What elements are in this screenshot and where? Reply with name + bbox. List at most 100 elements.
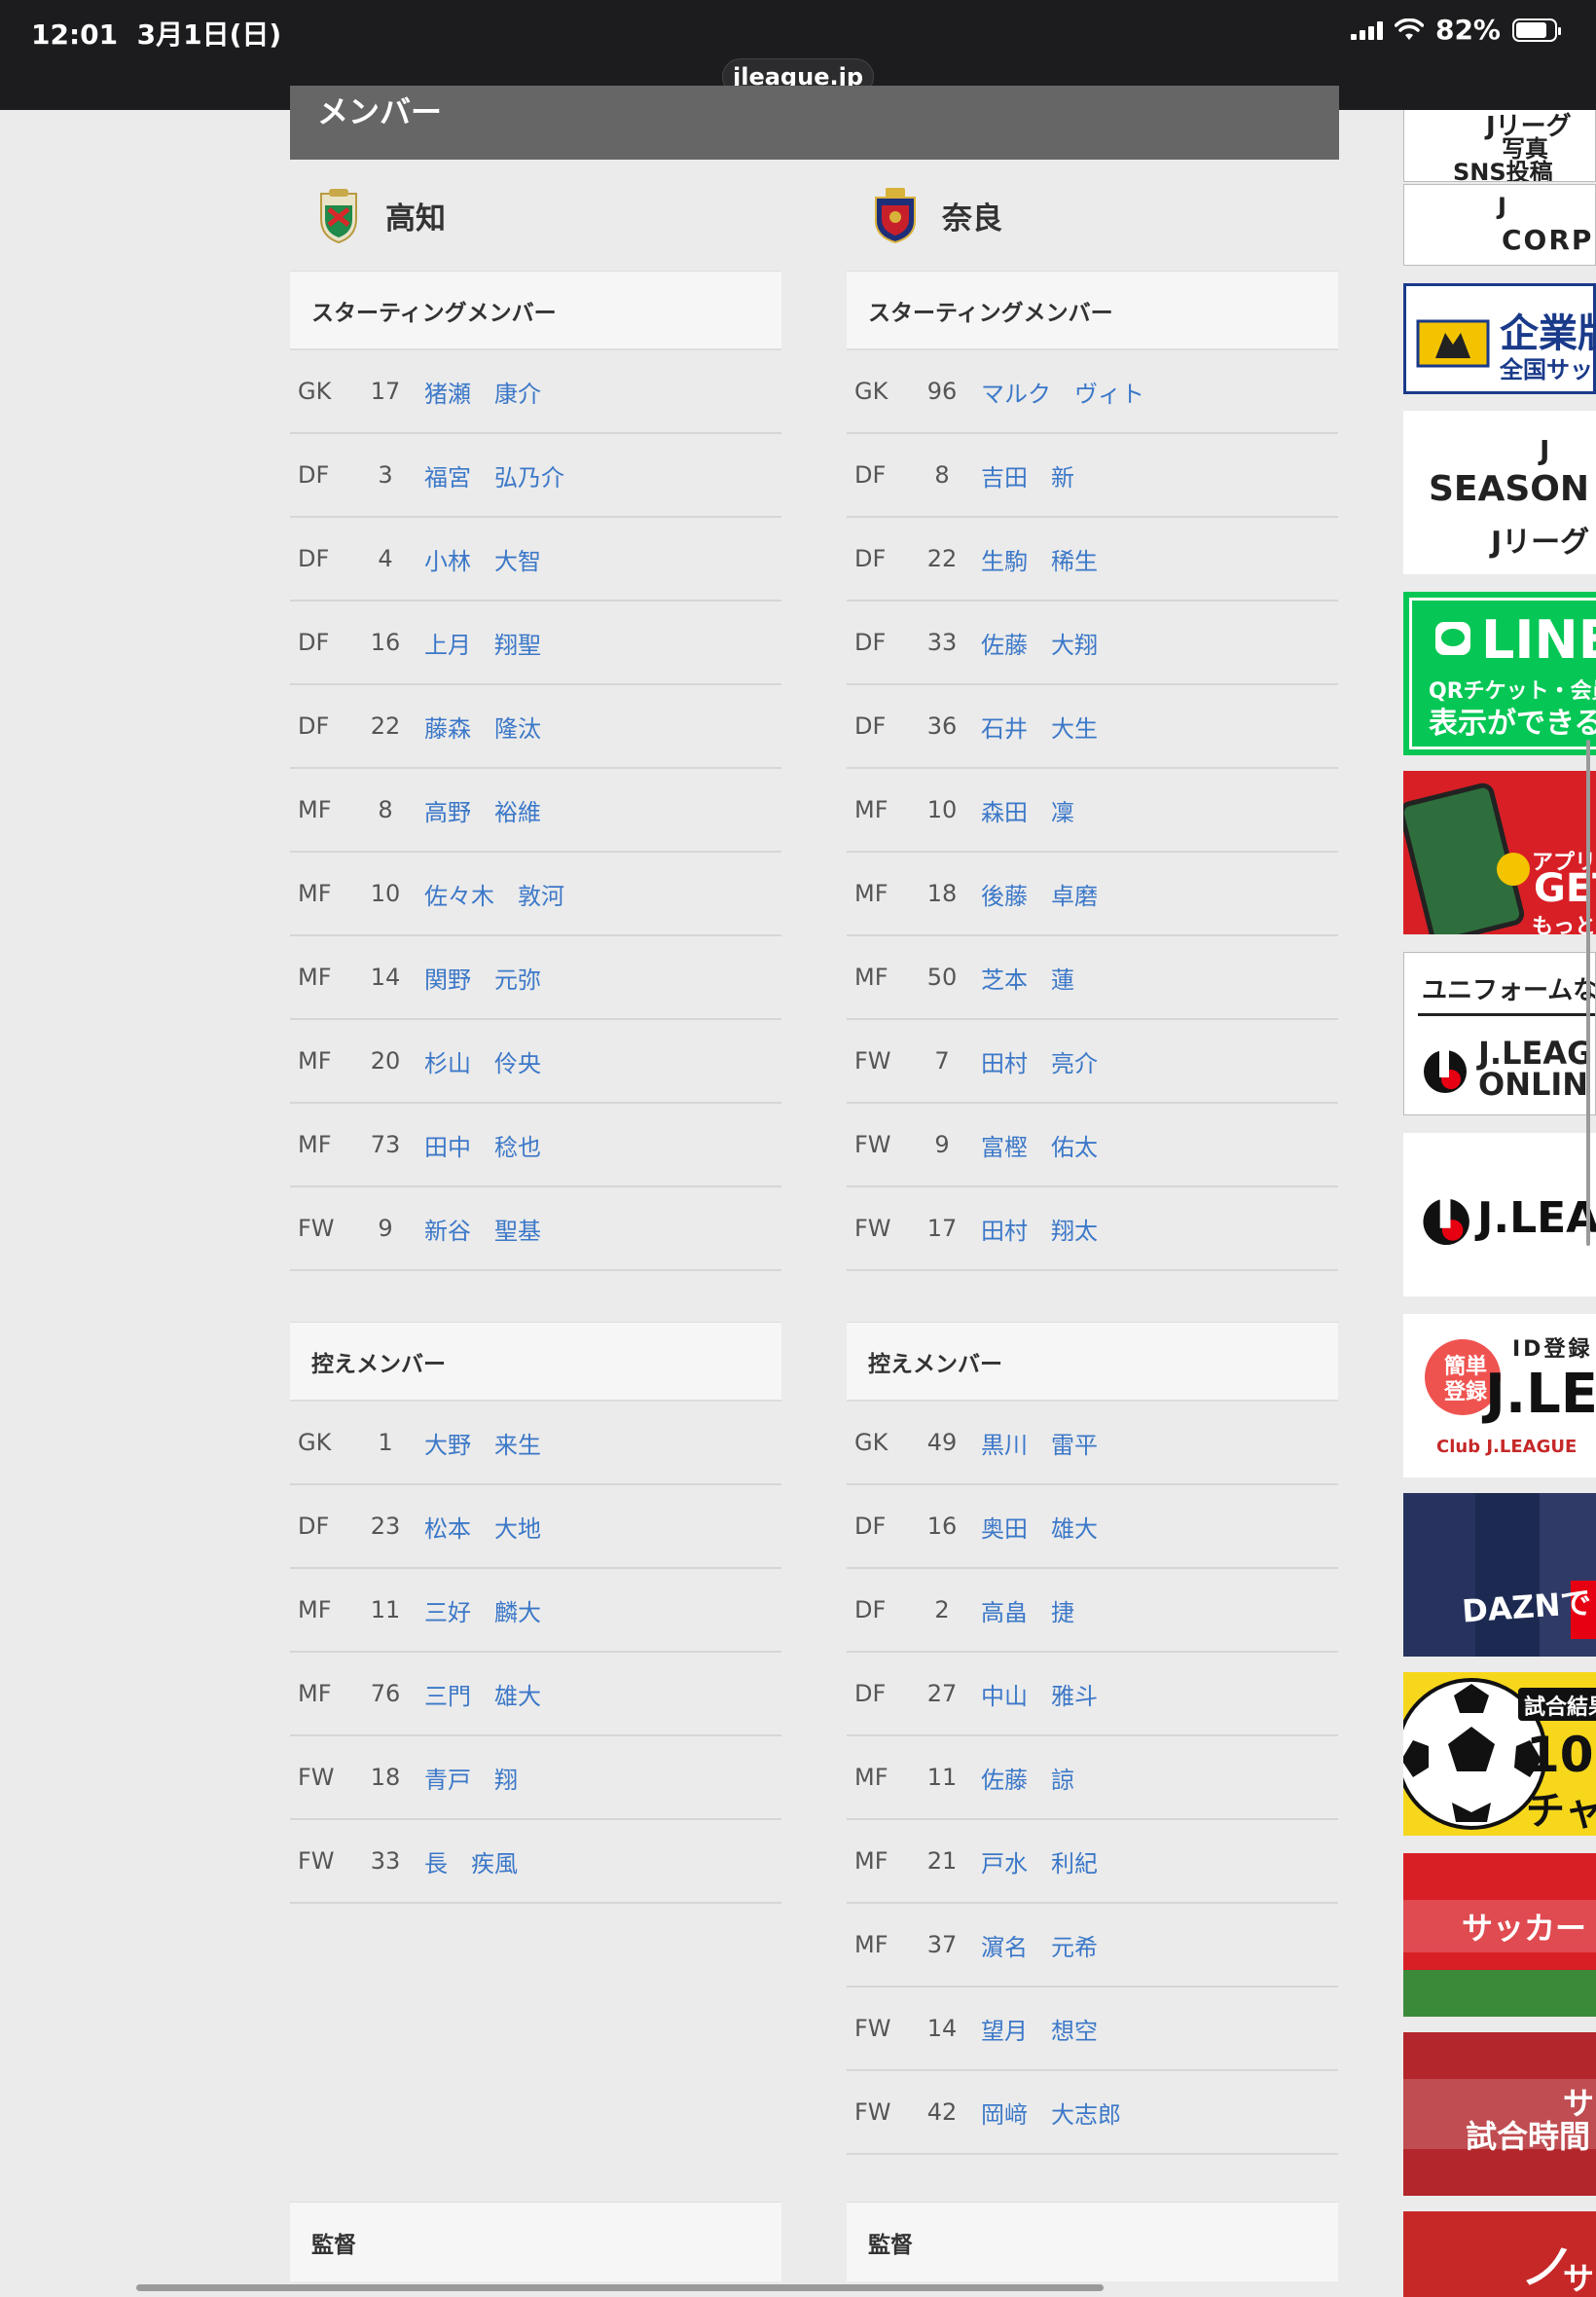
player-row: FW 9 富樫 佑太 <box>847 1104 1338 1187</box>
player-name-link[interactable]: 佐藤 大翔 <box>979 626 1098 660</box>
player-name-link[interactable]: 佐々木 敦河 <box>422 877 564 911</box>
ad-text: 表示ができる <box>1429 707 1596 741</box>
player-name-link[interactable]: 生駒 稀生 <box>979 542 1098 576</box>
player-name-link[interactable]: 上月 翔聖 <box>422 626 541 660</box>
player-name-link[interactable]: 田村 翔太 <box>979 1212 1098 1246</box>
player-position: DF <box>854 712 887 740</box>
player-row: DF 23 松本 大地 <box>290 1485 781 1569</box>
away-team-header: 奈良 <box>847 160 1338 271</box>
player-name-link[interactable]: 関野 元弥 <box>422 961 541 995</box>
horizontal-scrollbar[interactable] <box>136 2284 1104 2291</box>
player-number: 10 <box>370 880 401 907</box>
ad-soccer[interactable]: サッカー <box>1403 1853 1596 2017</box>
player-position: FW <box>854 1047 891 1075</box>
home-team-header: 高知 <box>290 160 781 271</box>
player-position: GK <box>298 1429 332 1456</box>
player-name-link[interactable]: 岡﨑 大志郎 <box>979 2096 1121 2130</box>
ad-jleague-online-store[interactable]: ユニフォームな J.LEAG ONLIN <box>1403 952 1596 1115</box>
player-name-link[interactable]: 戸水 利紀 <box>979 1844 1098 1878</box>
ad-line[interactable]: LINE QRチケット・会員 表示ができる <box>1403 592 1596 755</box>
player-name-link[interactable]: 杉山 伶央 <box>422 1044 541 1078</box>
player-position: MF <box>854 1931 889 1958</box>
player-name-link[interactable]: マルク ヴィト <box>979 375 1144 409</box>
player-row: FW 7 田村 亮介 <box>847 1020 1338 1104</box>
player-name-link[interactable]: 田中 稔也 <box>422 1128 541 1162</box>
player-number: 10 <box>926 796 958 823</box>
player-position: GK <box>298 378 332 405</box>
player-name-link[interactable]: 望月 想空 <box>979 2012 1098 2046</box>
player-name-link[interactable]: 長 疾風 <box>422 1844 518 1878</box>
player-name-link[interactable]: 田村 亮介 <box>979 1044 1098 1078</box>
ad-bottom[interactable]: ノ サ <box>1403 2211 1596 2297</box>
player-name-link[interactable]: 藤森 隆汰 <box>422 710 541 744</box>
player-row: DF 8 吉田 新 <box>847 434 1338 518</box>
player-row: MF 18 後藤 卓磨 <box>847 853 1338 936</box>
player-name-link[interactable]: 濵名 元希 <box>979 1928 1098 1962</box>
ad-text: DAZNで <box>1460 1584 1593 1630</box>
ad-text: Club J.LEAGUE <box>1436 1437 1578 1457</box>
away-team-column: 奈良 スターティングメンバー GK 96 マルク ヴィト DF 8 吉田 新 DF 22 生駒 … <box>847 160 1338 2155</box>
player-name-link[interactable]: 芝本 蓮 <box>979 961 1074 995</box>
player-name-link[interactable]: 松本 大地 <box>422 1510 541 1544</box>
player-number: 17 <box>370 378 401 405</box>
ad-club-jleague-id[interactable]: 簡単 登録 ID登録 J.LE Club J.LEAGUE <box>1403 1314 1596 1477</box>
player-name-link[interactable]: 吉田 新 <box>979 458 1074 492</box>
ad-text: 全国サッ <box>1500 356 1593 383</box>
ad-text: CORP <box>1502 224 1594 256</box>
home-subs-header: 控えメンバー <box>290 1322 781 1402</box>
home-subs-list: GK 1 大野 来生 DF 23 松本 大地 MF 11 三好 麟大 MF 76 三門 雄大 FW 18 青… <box>290 1402 781 1904</box>
player-row: MF 8 高野 裕維 <box>290 769 781 853</box>
player-name-link[interactable]: 富樫 佑太 <box>979 1128 1098 1162</box>
player-name-link[interactable]: 三門 雄大 <box>422 1677 541 1711</box>
ad-text: サッカー <box>1462 1910 1587 1947</box>
player-number: 11 <box>370 1596 401 1623</box>
player-row: MF 50 芝本 蓮 <box>847 936 1338 1020</box>
player-position: DF <box>298 712 330 740</box>
player-row: GK 49 黒川 雷平 <box>847 1402 1338 1485</box>
ad-dazn[interactable]: DAZNで <box>1403 1493 1596 1657</box>
ad-text: 試合結果 <box>1524 1695 1596 1720</box>
player-number: 22 <box>370 712 401 740</box>
ad-season[interactable]: J SEASON Jリーグ <box>1403 411 1596 574</box>
ad-jleague-logo[interactable]: J.LEAG <box>1403 1133 1596 1296</box>
player-name-link[interactable]: 森田 凜 <box>979 793 1074 827</box>
ad-match-time[interactable]: サ 試合時間 <box>1403 2032 1596 2196</box>
ad-jleague-photo-sns[interactable]: Jリーグ 写真 SNS投稿 <box>1403 110 1596 182</box>
ad-text: J.LE <box>1485 1363 1596 1426</box>
player-number: 50 <box>926 964 958 991</box>
player-position: FW <box>298 1764 335 1791</box>
player-number: 21 <box>926 1847 958 1875</box>
ad-text: SEASON <box>1429 469 1590 509</box>
player-name-link[interactable]: 新谷 聖基 <box>422 1212 541 1246</box>
player-number: 18 <box>926 880 958 907</box>
ad-app-point[interactable]: アプリで GET もっと <box>1403 771 1596 934</box>
player-name-link[interactable]: 三好 麟大 <box>422 1593 541 1627</box>
player-name-link[interactable]: 大野 来生 <box>422 1426 541 1460</box>
clock: 12:01 <box>31 18 119 51</box>
ad-corporate-furusato[interactable]: 企業版 全国サッ <box>1403 283 1596 394</box>
player-name-link[interactable]: 小林 大智 <box>422 542 541 576</box>
player-name-link[interactable]: 佐藤 諒 <box>979 1761 1074 1795</box>
player-position: DF <box>854 1680 887 1707</box>
player-name-link[interactable]: 高畠 捷 <box>979 1593 1074 1627</box>
player-number: 17 <box>926 1215 958 1242</box>
vertical-scrollbar[interactable] <box>1586 740 1590 1246</box>
player-name-link[interactable]: 福宮 弘乃介 <box>422 458 564 492</box>
player-name-link[interactable]: 高野 裕維 <box>422 793 541 827</box>
player-name-link[interactable]: 黒川 雷平 <box>979 1426 1098 1460</box>
player-name-link[interactable]: 奥田 雄大 <box>979 1510 1098 1544</box>
player-position: DF <box>854 1596 887 1623</box>
player-position: MF <box>298 1047 332 1075</box>
player-name-link[interactable]: 青戸 翔 <box>422 1761 518 1795</box>
ad-corporate[interactable]: J CORP <box>1403 184 1596 266</box>
player-number: 37 <box>926 1931 958 1958</box>
player-name-link[interactable]: 猪瀬 康介 <box>422 375 541 409</box>
player-name-link[interactable]: 中山 雅斗 <box>979 1677 1098 1711</box>
player-name-link[interactable]: 後藤 卓磨 <box>979 877 1098 911</box>
line-logo-icon <box>1435 622 1470 655</box>
player-row: DF 33 佐藤 大翔 <box>847 602 1338 685</box>
player-row: DF 16 奥田 雄大 <box>847 1485 1338 1569</box>
player-number: 49 <box>926 1429 958 1456</box>
ad-match-result-challenge[interactable]: 試合結果 100 チャ <box>1403 1672 1596 1836</box>
player-name-link[interactable]: 石井 大生 <box>979 710 1098 744</box>
